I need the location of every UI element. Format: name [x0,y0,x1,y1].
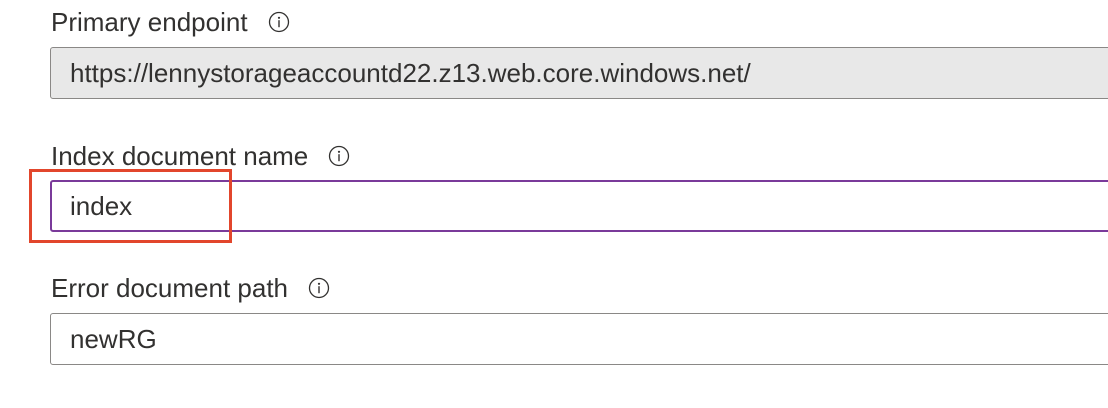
index-document-label-text: Index document name [51,141,309,171]
primary-endpoint-label: Primary endpoint [51,7,290,37]
error-document-label: Error document path [51,273,330,303]
info-icon[interactable] [308,277,330,299]
error-document-label-text: Error document path [51,273,289,303]
error-document-field[interactable] [50,313,1108,365]
index-document-field[interactable] [50,180,1108,232]
primary-endpoint-label-text: Primary endpoint [51,7,248,37]
index-document-label: Index document name [51,141,350,171]
primary-endpoint-field[interactable] [50,47,1108,99]
info-icon[interactable] [328,145,350,167]
info-icon[interactable] [268,11,290,33]
